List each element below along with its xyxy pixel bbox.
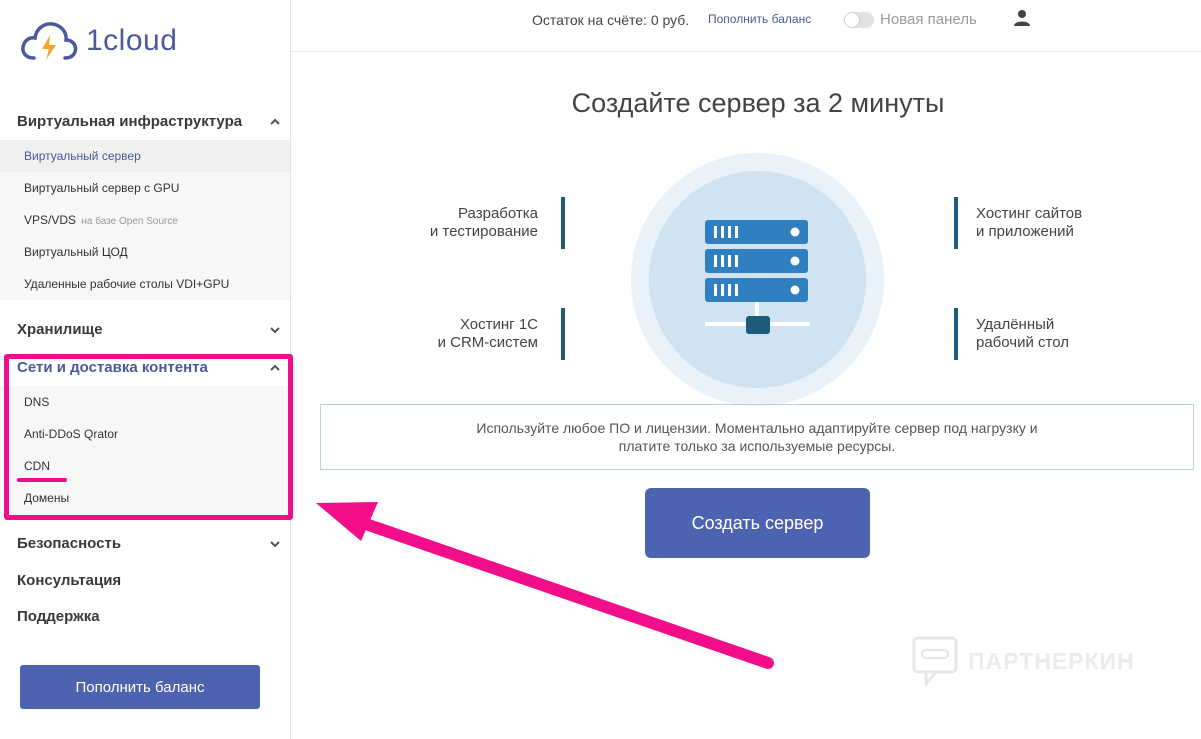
topup-link[interactable]: Пополнить баланс [708, 12, 811, 26]
nav-item-virtual-server[interactable]: Виртуальный сервер [0, 140, 290, 172]
create-server-button[interactable]: Создать сервер [645, 488, 870, 558]
feature-line: рабочий стол [976, 334, 1069, 351]
page-title: Создайте сервер за 2 минуты [571, 88, 945, 118]
info-box: Используйте любое ПО и лицензии. Момента… [320, 404, 1194, 470]
new-panel-toggle[interactable] [844, 12, 874, 28]
feature-divider [954, 197, 958, 249]
nav-section-security[interactable]: Безопасность [0, 535, 290, 555]
watermark-logo-icon [912, 636, 958, 686]
nav-item-label: VPS/VDS [24, 213, 77, 227]
feature-dev-testing: Разработка и тестирование [390, 205, 538, 241]
nav-section-title: Поддержка [17, 608, 100, 625]
nav-section-title: Безопасность [17, 535, 122, 552]
nav-submenu-virtual-infrastructure: Виртуальный сервер Виртуальный сервер с … [0, 140, 290, 300]
cloud-lightning-icon [21, 22, 78, 60]
nav-item-virtual-server-gpu[interactable]: Виртуальный сервер с GPU [0, 172, 290, 204]
feature-line: и CRM-систем [437, 334, 538, 351]
feature-line: и приложений [976, 223, 1074, 240]
new-panel-label: Новая панель [880, 11, 977, 28]
feature-divider [954, 308, 958, 360]
nav-section-title: Хранилище [17, 321, 103, 338]
feature-line: Разработка [458, 205, 538, 222]
feature-line: Хостинг сайтов [976, 205, 1083, 222]
info-text: Используйте любое ПО и лицензии. Момента… [476, 420, 1038, 454]
logo[interactable]: 1cloud [20, 18, 177, 64]
feature-line: и тестирование [429, 223, 538, 240]
feature-1c-crm: Хостинг 1С и CRM-систем [390, 316, 538, 352]
feature-divider [561, 197, 565, 249]
logo-text: 1cloud [86, 24, 178, 57]
nav-section-virtual-infrastructure[interactable]: Виртуальная инфраструктура [0, 113, 290, 133]
nav-item-vps-vds[interactable]: VPS/VDS на базе Open Source [0, 204, 290, 236]
nav-section-support[interactable]: Поддержка [0, 608, 290, 628]
nav-item-vdi-gpu[interactable]: Удаленные рабочие столы VDI+GPU [0, 268, 290, 300]
highlight-annotation-box [4, 354, 293, 520]
nav-section-storage[interactable]: Хранилище [0, 321, 290, 341]
nav-item-suffix: на базе Open Source [81, 216, 178, 227]
feature-web-hosting: Хостинг сайтов и приложений [976, 205, 1136, 241]
feature-line: Удалённый [976, 316, 1055, 333]
server-rack-icon [705, 220, 810, 334]
chevron-down-icon [270, 541, 280, 548]
topbar: Остаток на счёте: 0 руб. Пополнить балан… [291, 0, 1201, 52]
watermark: ПАРТНЕРКИН [912, 636, 1135, 686]
toggle-knob [845, 13, 859, 27]
chevron-down-icon [270, 327, 280, 334]
chevron-up-icon [270, 118, 280, 125]
user-icon[interactable] [1013, 9, 1031, 27]
nav-section-consultation[interactable]: Консультация [0, 572, 290, 592]
feature-line: Хостинг 1С [459, 316, 538, 333]
feature-remote-desktop: Удалённый рабочий стол [976, 316, 1136, 352]
sidebar: 1cloud Виртуальная инфраструктура Виртуа… [0, 0, 293, 739]
nav-section-title: Консультация [17, 572, 122, 589]
nav-item-virtual-dc[interactable]: Виртуальный ЦОД [0, 236, 290, 268]
watermark-text: ПАРТНЕРКИН [968, 647, 1135, 674]
nav-section-title: Виртуальная инфраструктура [17, 113, 243, 130]
feature-divider [561, 308, 565, 360]
account-balance: Остаток на счёте: 0 руб. [532, 12, 690, 28]
sidebar-topup-button[interactable]: Пополнить баланс [20, 665, 260, 709]
